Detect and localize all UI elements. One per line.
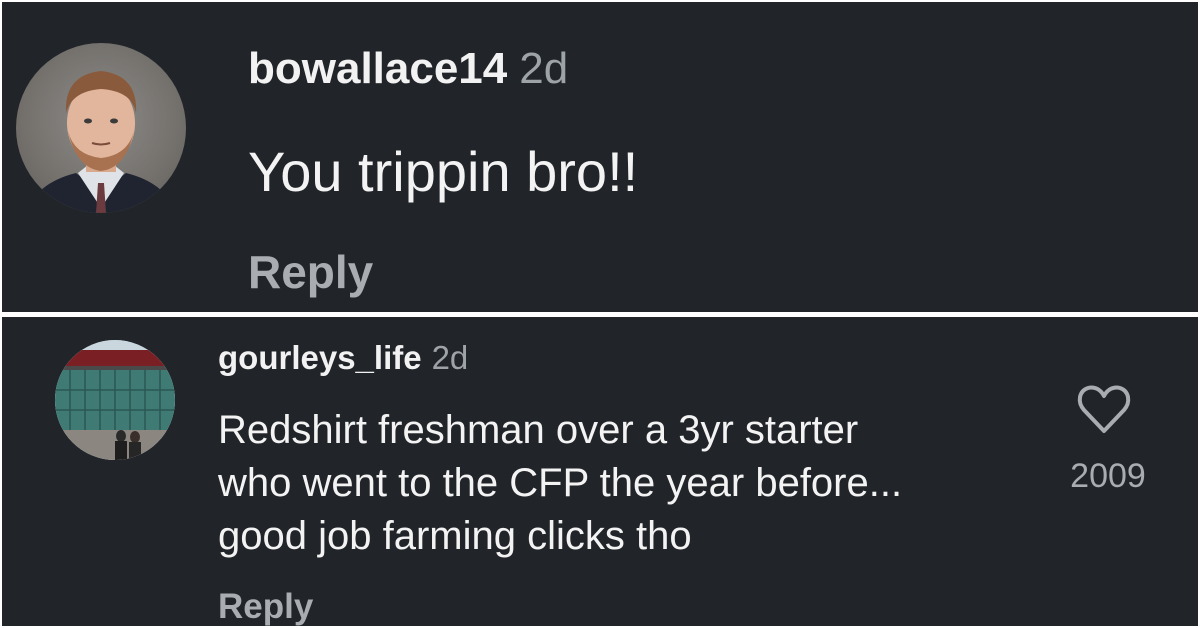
username[interactable]: gourleys_life xyxy=(218,339,422,376)
reply-button[interactable]: Reply xyxy=(248,245,373,299)
avatar[interactable] xyxy=(55,340,175,460)
comment-line: good job farming clicks tho xyxy=(218,514,692,558)
comment-top: bowallace14 2d You trippin bro!! Reply xyxy=(2,2,1198,312)
comment-text: Redshirt freshman over a 3yr starter who… xyxy=(218,404,1038,563)
comment-header: bowallace14 2d xyxy=(248,44,568,94)
reply-button[interactable]: Reply xyxy=(218,587,313,626)
avatar[interactable] xyxy=(16,43,186,213)
avatar-image xyxy=(55,340,175,460)
comment-line: who went to the CFP the year before... xyxy=(218,461,903,505)
comment-bottom: gourleys_life 2d Redshirt freshman over a… xyxy=(2,317,1198,626)
avatar-image xyxy=(26,71,176,213)
timestamp: 2d xyxy=(431,339,469,376)
timestamp: 2d xyxy=(519,44,569,93)
username[interactable]: bowallace14 xyxy=(248,44,507,93)
comment-text: You trippin bro!! xyxy=(248,140,639,203)
like-count: 2009 xyxy=(1070,457,1146,495)
comment-header: gourleys_life 2d xyxy=(218,339,468,377)
heart-icon[interactable] xyxy=(1076,383,1132,435)
comment-line: Redshirt freshman over a 3yr starter xyxy=(218,408,859,452)
